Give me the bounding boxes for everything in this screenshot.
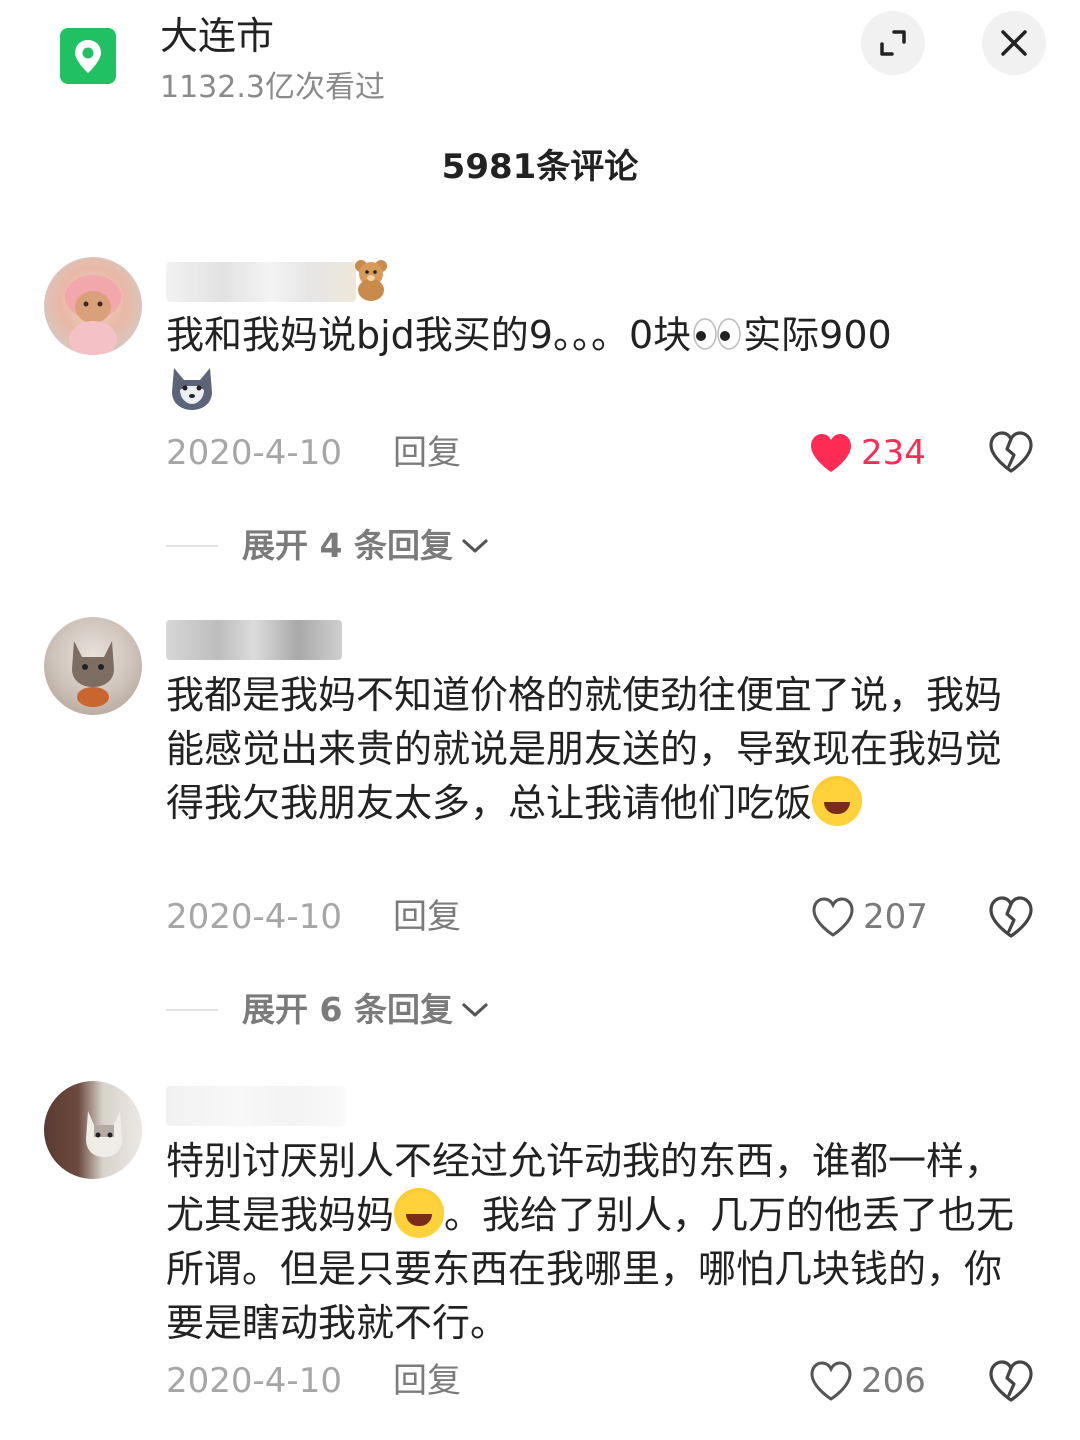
bear-emoji bbox=[348, 256, 394, 306]
heart-icon bbox=[812, 897, 854, 937]
view-count: 1132.3亿次看过 bbox=[160, 70, 385, 105]
expand-replies-button[interactable]: 展开 6 条回复 bbox=[166, 990, 489, 1030]
expand-button[interactable] bbox=[861, 11, 925, 75]
like-count: 206 bbox=[861, 1361, 926, 1401]
comment-text: 我和我妈说bjd我买的9。。。0块 实际900 bbox=[166, 308, 1026, 428]
comment-text: 特别讨厌别人不经过允许动我的东西，谁都一样，尤其是我妈妈 。我给了别人，几万的他丢… bbox=[166, 1139, 1015, 1345]
username-redacted[interactable] bbox=[166, 1086, 346, 1126]
broken-heart-icon[interactable] bbox=[988, 1359, 1034, 1403]
username-redacted[interactable] bbox=[166, 620, 342, 660]
avatar[interactable] bbox=[44, 617, 142, 715]
chevron-down-icon bbox=[462, 1003, 488, 1017]
wolf-emoji bbox=[166, 362, 218, 414]
reply-button[interactable]: 回复 bbox=[393, 897, 461, 937]
broken-heart-icon[interactable] bbox=[988, 430, 1034, 474]
comment-text: 我都是我妈不知道价格的就使劲往便宜了说，我妈能感觉出来贵的就说是朋友送的，导致现… bbox=[166, 673, 1003, 826]
comment-date: 2020-4-10 bbox=[166, 433, 342, 473]
like-button[interactable] bbox=[808, 1360, 854, 1406]
expand-icon bbox=[880, 30, 906, 56]
like-button[interactable] bbox=[808, 432, 854, 478]
location-pin-icon bbox=[60, 28, 116, 84]
like-button[interactable] bbox=[810, 896, 856, 942]
chevron-down-icon bbox=[462, 539, 488, 553]
heart-icon bbox=[811, 434, 851, 472]
comment-count: 5981条评论 bbox=[441, 147, 639, 187]
avatar[interactable] bbox=[44, 257, 142, 355]
reply-button[interactable]: 回复 bbox=[393, 433, 461, 473]
laughing-crying-emoji bbox=[812, 776, 863, 826]
heart-icon bbox=[810, 1361, 852, 1401]
comment-date: 2020-4-10 bbox=[166, 1361, 342, 1401]
close-button[interactable] bbox=[982, 11, 1046, 75]
eyes-emoji bbox=[691, 314, 743, 354]
expand-replies-button[interactable]: 展开 4 条回复 bbox=[166, 526, 489, 566]
like-count: 207 bbox=[863, 897, 928, 937]
location-title[interactable]: 大连市 bbox=[160, 14, 274, 58]
divider bbox=[166, 545, 218, 547]
comment-date: 2020-4-10 bbox=[166, 897, 342, 937]
divider bbox=[166, 1009, 218, 1011]
username-redacted[interactable] bbox=[166, 262, 356, 302]
like-count: 234 bbox=[861, 433, 926, 473]
laughing-crying-emoji bbox=[394, 1188, 445, 1238]
broken-heart-icon[interactable] bbox=[988, 895, 1034, 939]
close-icon bbox=[1001, 30, 1027, 56]
reply-button[interactable]: 回复 bbox=[393, 1361, 461, 1401]
avatar[interactable] bbox=[44, 1081, 142, 1179]
